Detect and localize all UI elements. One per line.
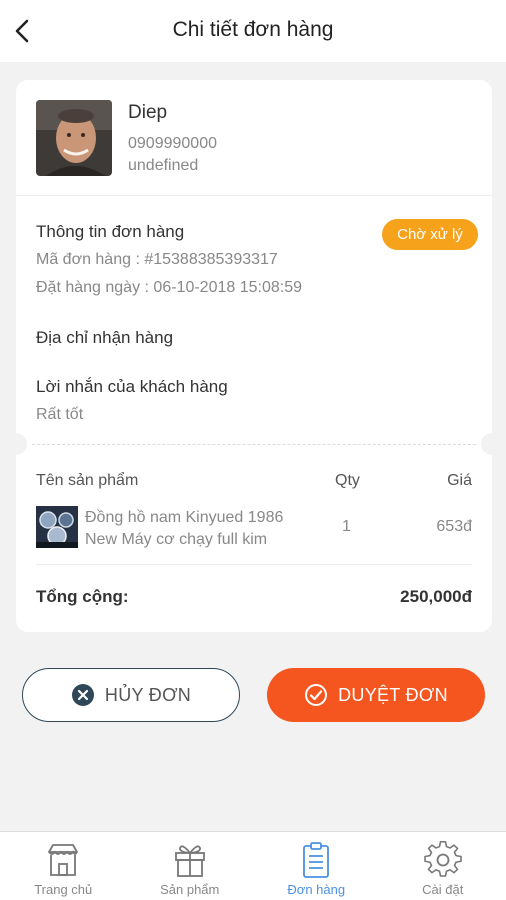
- app-header: Chi tiết đơn hàng: [0, 0, 506, 62]
- cancel-order-label: HỦY ĐƠN: [104, 684, 192, 705]
- customer-message-title: Lời nhắn của khách hàng: [36, 377, 228, 396]
- customer-extra: undefined: [128, 157, 199, 174]
- total-label: Tổng cộng:: [36, 587, 129, 606]
- gift-icon: [174, 845, 205, 877]
- product-qty: 1: [342, 518, 351, 535]
- tab-home[interactable]: Trang chủ: [0, 832, 127, 900]
- clipboard-icon: [303, 842, 330, 878]
- col-header-price: Giá: [447, 472, 472, 489]
- order-card: Diep 0909990000 undefined Thông tin đơn …: [5, 80, 503, 632]
- address-title: Địa chỉ nhận hàng: [36, 328, 174, 347]
- customer-name: Diep: [128, 102, 168, 123]
- gear-icon: [423, 841, 462, 877]
- order-code: Mã đơn hàng : #15388385393317: [36, 251, 278, 268]
- order-info-section: Diep 0909990000 undefined Thông tin đơn …: [5, 80, 503, 455]
- product-name-line1: Đồng hồ nam Kinyued 1986: [85, 509, 284, 526]
- total-value: 250,000đ: [400, 587, 472, 606]
- tab-orders[interactable]: Đơn hàng: [253, 832, 380, 900]
- product-section: Tên sản phẩm Qty Giá Đồng hồ nam Kinyued…: [16, 442, 492, 632]
- divider: [36, 564, 472, 565]
- tab-settings-label: Cài đặt: [422, 882, 464, 897]
- tab-products-label: Sản phẩm: [160, 882, 220, 897]
- col-header-name: Tên sản phẩm: [36, 472, 139, 489]
- customer-message: Rất tốt: [36, 406, 84, 423]
- check-circle-icon: [305, 684, 328, 706]
- tab-home-label: Trang chủ: [34, 882, 93, 897]
- customer-avatar: [36, 100, 112, 176]
- approve-order-label: DUYỆT ĐƠN: [338, 684, 448, 705]
- product-price: 653đ: [436, 518, 472, 535]
- close-circle-icon: [71, 684, 94, 706]
- status-badge: Chờ xử lý: [382, 219, 478, 250]
- tab-settings[interactable]: Cài đặt: [380, 832, 506, 900]
- tab-orders-label: Đơn hàng: [287, 882, 346, 897]
- order-date: Đặt hàng ngày : 06-10-2018 15:08:59: [36, 279, 302, 296]
- approve-order-button[interactable]: DUYỆT ĐƠN: [267, 668, 485, 722]
- customer-phone: 0909990000: [128, 135, 217, 152]
- bottom-tab-bar: Trang chủ Sản phẩm Đơn hàng Cài đặt: [0, 831, 506, 900]
- product-name-line2: New Máy cơ chạy full kim: [85, 531, 268, 548]
- product-name: Đồng hồ nam Kinyued 1986 New Máy cơ chạy…: [85, 507, 325, 551]
- cancel-order-button[interactable]: HỦY ĐƠN: [22, 668, 240, 722]
- tab-products[interactable]: Sản phẩm: [127, 832, 254, 900]
- product-thumbnail: [36, 506, 78, 548]
- store-icon: [48, 844, 79, 876]
- order-info-title: Thông tin đơn hàng: [36, 222, 185, 241]
- divider: [16, 195, 492, 196]
- col-header-qty: Qty: [335, 472, 360, 489]
- page-title: Chi tiết đơn hàng: [172, 18, 334, 41]
